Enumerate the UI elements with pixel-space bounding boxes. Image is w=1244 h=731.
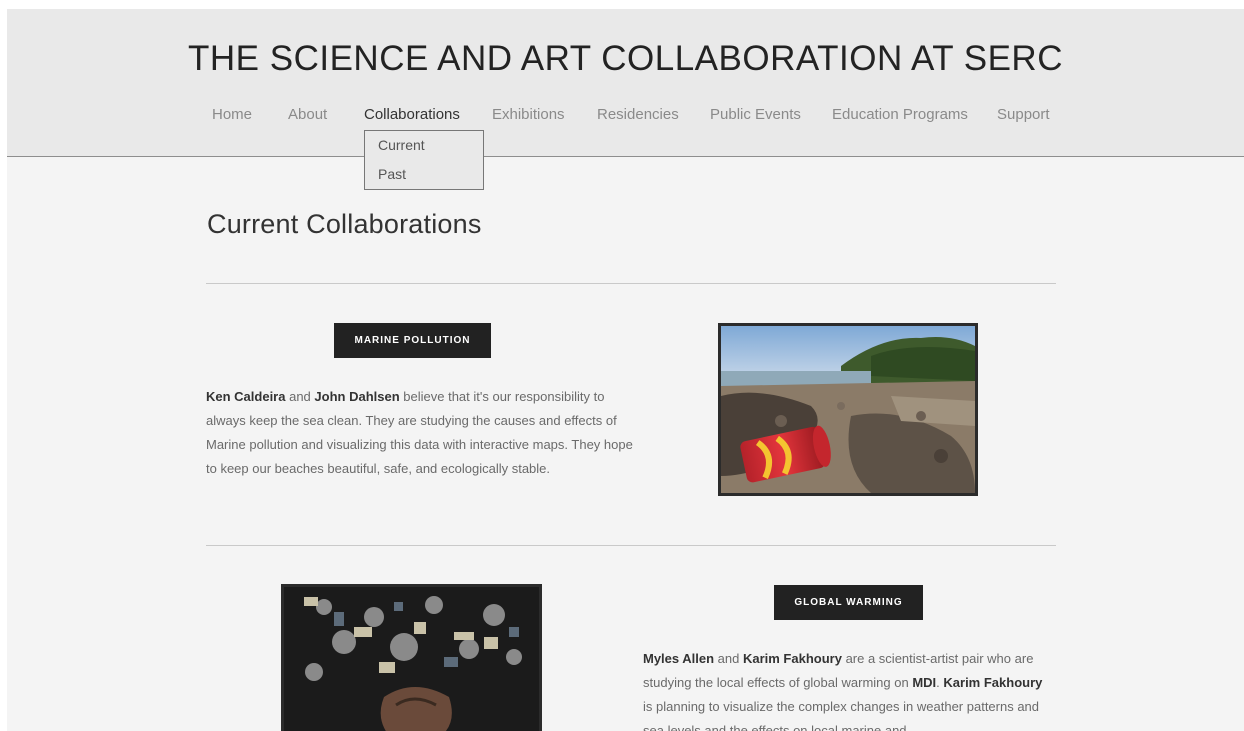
nav-item-public-events[interactable]: Public Events bbox=[710, 106, 801, 123]
page-title: Current Collaborations bbox=[207, 209, 482, 239]
site-header: THE SCIENCE AND ART COLLABORATION AT SER… bbox=[7, 9, 1244, 157]
site-title: THE SCIENCE AND ART COLLABORATION AT SER… bbox=[188, 39, 1063, 78]
collaborations-dropdown: Current Past bbox=[364, 130, 484, 190]
person-name: Myles Allen bbox=[643, 651, 715, 666]
global-warming-description: Myles Allen and Karim Fakhoury are a sci… bbox=[643, 651, 1043, 731]
nav-item-support[interactable]: Support bbox=[997, 106, 1050, 123]
place-name: MDI bbox=[912, 675, 937, 690]
person-name: John Dahlsen bbox=[314, 389, 400, 404]
page-frame: THE SCIENCE AND ART COLLABORATION AT SER… bbox=[7, 9, 1244, 731]
person-name: Karim Fakhoury bbox=[943, 675, 1043, 690]
nav-item-collaborations[interactable]: Collaborations bbox=[364, 106, 460, 123]
nav-item-residencies[interactable]: Residencies bbox=[597, 106, 679, 123]
section-divider bbox=[206, 283, 1056, 284]
beach-barrel-photo bbox=[718, 323, 978, 496]
person-name: Karim Fakhoury bbox=[742, 651, 842, 666]
nav-item-exhibitions[interactable]: Exhibitions bbox=[492, 106, 565, 123]
global-warming-button[interactable]: GLOBAL WARMING bbox=[774, 585, 923, 620]
debris-collage-photo bbox=[281, 584, 542, 731]
beach-barrel-image bbox=[721, 326, 975, 493]
section-divider bbox=[206, 545, 1056, 546]
debris-collage-image bbox=[284, 587, 539, 731]
nav-item-home[interactable]: Home bbox=[212, 106, 252, 123]
nav-item-about[interactable]: About bbox=[288, 106, 327, 123]
main-nav: Home About Collaborations Exhibitions Re… bbox=[7, 106, 1244, 128]
nav-item-education-programs[interactable]: Education Programs bbox=[832, 106, 968, 123]
marine-pollution-description: Ken Caldeira and John Dahlsen believe th… bbox=[206, 389, 633, 476]
dropdown-item-current[interactable]: Current bbox=[378, 137, 425, 153]
dropdown-item-past[interactable]: Past bbox=[378, 166, 406, 182]
person-name: Ken Caldeira bbox=[206, 389, 286, 404]
marine-pollution-button[interactable]: MARINE POLLUTION bbox=[334, 323, 491, 358]
